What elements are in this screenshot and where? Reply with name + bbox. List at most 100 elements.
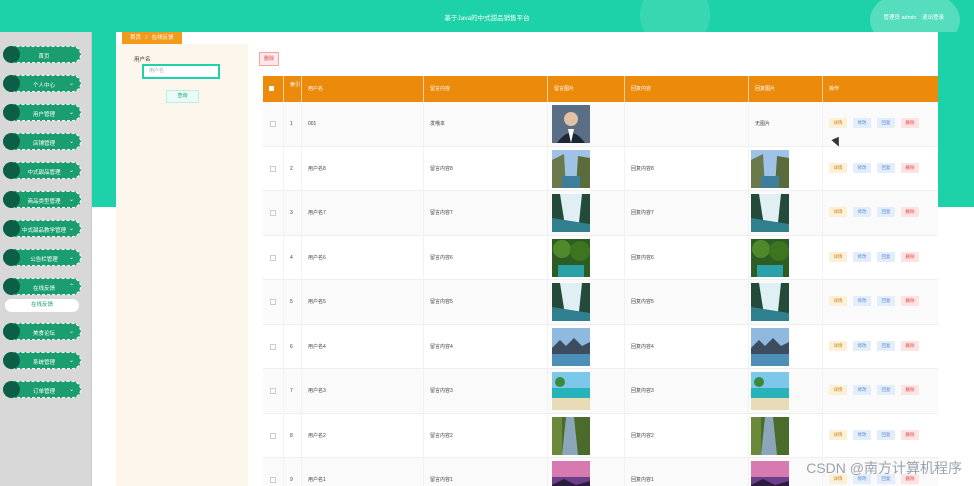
row-actions: 详情 修改 回复 删除 (823, 414, 938, 459)
detail-button[interactable]: 详情 (829, 340, 847, 351)
sidebar-item-6[interactable]: 商品类型管理 ⌄ (3, 191, 81, 208)
detail-button[interactable]: 详情 (829, 118, 847, 128)
row-index: 6 (284, 324, 302, 369)
reply-image (751, 461, 789, 486)
delete-button[interactable]: 删除 (901, 385, 919, 395)
sidebar-item-12[interactable]: 订单管理 ⌄ (3, 381, 81, 398)
message-image (552, 461, 590, 486)
header-index: 索引 (284, 76, 302, 102)
detail-button[interactable]: 详情 (829, 251, 847, 262)
sidebar-item-2[interactable]: 个人中心 ⌄ (3, 75, 81, 92)
delete-button[interactable]: 删除 (901, 118, 919, 128)
menu-dot-icon (3, 381, 20, 398)
sidebar-item-label: 用户管理 (32, 112, 55, 118)
table-row: 7 用户名3 留言内容3 回复内容3 详情 修改 回复 删除 (263, 369, 938, 414)
row-reply: 回复内容4 (625, 324, 749, 369)
submenu-item-feedback[interactable]: 在线反馈 (5, 299, 79, 312)
search-button[interactable]: 查询 (166, 90, 199, 103)
row-message-image-cell (548, 413, 625, 458)
reply-button[interactable]: 回复 (877, 429, 895, 440)
header-actions: 操作 (829, 86, 840, 92)
reply-button[interactable]: 回复 (877, 340, 895, 351)
detail-button[interactable]: 详情 (829, 162, 847, 173)
row-reply: 回复内容6 (625, 235, 749, 280)
row-checkbox[interactable] (270, 254, 276, 261)
delete-button[interactable]: 删除 (901, 207, 919, 217)
row-checkbox[interactable] (270, 432, 276, 439)
sidebar-item-9[interactable]: 在线反馈 ⌃ (3, 278, 81, 295)
row-checkbox[interactable] (270, 299, 276, 305)
row-actions: 详情 修改 回复 删除 (823, 325, 938, 370)
site-title: 基于Java的中式甜品销售平台 (444, 15, 530, 22)
edit-button[interactable]: 修改 (853, 207, 871, 217)
sidebar-item-1[interactable]: 首页 (3, 46, 81, 63)
sidebar-item-10[interactable]: 美食论坛 ⌄ (3, 323, 81, 340)
sidebar-item-label: 公告栏管理 (30, 257, 58, 263)
sidebar-item-7[interactable]: 中式甜品教学管理 ⌄ (3, 220, 81, 237)
header-username: 用户名 (302, 76, 424, 102)
header-reply: 回复内容 (625, 76, 749, 102)
row-checkbox[interactable] (270, 388, 276, 394)
search-input[interactable]: 用户名 (142, 64, 220, 79)
detail-button[interactable]: 详情 (829, 296, 847, 306)
delete-button[interactable]: 删除 (901, 251, 919, 262)
sidebar-item-3[interactable]: 用户管理 ⌄ (3, 104, 81, 121)
row-checkbox[interactable] (270, 343, 276, 350)
reply-button[interactable]: 回复 (877, 385, 895, 395)
chevron-down-icon: ⌄ (68, 81, 74, 87)
table-row: 8 用户名2 留言内容2 回复内容2 详情 修改 回复 删除 (263, 413, 938, 459)
row-username: 用户名4 (302, 324, 424, 369)
detail-button[interactable]: 详情 (829, 385, 847, 395)
delete-button[interactable]: 删除 (901, 162, 919, 173)
edit-button[interactable]: 修改 (853, 251, 871, 262)
delete-button[interactable]: 删除 (901, 296, 919, 306)
reply-image (751, 149, 789, 188)
reply-button[interactable]: 回复 (877, 118, 895, 128)
edit-button[interactable]: 修改 (853, 340, 871, 351)
chevron-down-icon: ⌄ (68, 197, 74, 203)
row-message-image-cell (548, 324, 625, 369)
reply-button[interactable]: 回复 (877, 162, 895, 173)
row-index: 1 (284, 102, 302, 147)
sidebar-item-label: 在线反馈 (32, 286, 55, 292)
reply-button[interactable]: 回复 (877, 296, 895, 306)
sidebar-item-8[interactable]: 公告栏管理 ⌄ (3, 249, 81, 266)
batch-delete-button[interactable]: 删除 (259, 52, 279, 66)
message-image (552, 416, 590, 455)
sidebar-item-11[interactable]: 系统管理 ⌄ (3, 352, 81, 369)
row-index: 2 (284, 146, 302, 191)
edit-button[interactable]: 修改 (853, 296, 871, 306)
reply-button[interactable]: 回复 (877, 251, 895, 262)
logout-link[interactable]: 退出登录 (922, 15, 944, 21)
menu-dot-icon (3, 162, 20, 179)
detail-button[interactable]: 详情 (829, 429, 847, 440)
row-checkbox-cell (263, 235, 284, 280)
edit-button[interactable]: 修改 (853, 162, 871, 173)
header-select-all[interactable] (263, 76, 284, 102)
edit-button[interactable]: 修改 (853, 429, 871, 440)
detail-button[interactable]: 详情 (829, 207, 847, 217)
row-message-image-cell (548, 458, 625, 486)
reply-image (751, 238, 789, 277)
sidebar-item-label: 中式甜品管理 (27, 170, 61, 176)
sidebar-item-5[interactable]: 中式甜品管理 ⌄ (3, 162, 81, 179)
edit-button[interactable]: 修改 (853, 385, 871, 395)
sidebar-item-4[interactable]: 店铺管理 ⌄ (3, 133, 81, 150)
breadcrumb-home[interactable]: 首页 (130, 35, 141, 41)
row-reply-image-cell (749, 191, 823, 236)
row-username: 用户名2 (302, 413, 424, 458)
edit-button[interactable]: 修改 (853, 118, 871, 128)
chevron-up-icon: ⌃ (68, 284, 74, 290)
delete-button[interactable]: 删除 (901, 340, 919, 351)
row-checkbox[interactable] (270, 121, 276, 127)
reply-button[interactable]: 回复 (877, 207, 895, 217)
row-checkbox[interactable] (270, 210, 276, 216)
table-row: 5 用户名5 留言内容5 回复内容5 详情 修改 回复 删除 (263, 280, 938, 325)
delete-button[interactable]: 删除 (901, 429, 919, 440)
row-index: 9 (284, 458, 302, 486)
row-reply-image-cell (749, 413, 823, 458)
row-checkbox-cell (263, 191, 284, 236)
table-row: 6 用户名4 留言内容4 回复内容4 详情 修改 回复 删除 (263, 324, 938, 370)
row-checkbox[interactable] (270, 477, 276, 483)
row-checkbox[interactable] (270, 165, 276, 172)
